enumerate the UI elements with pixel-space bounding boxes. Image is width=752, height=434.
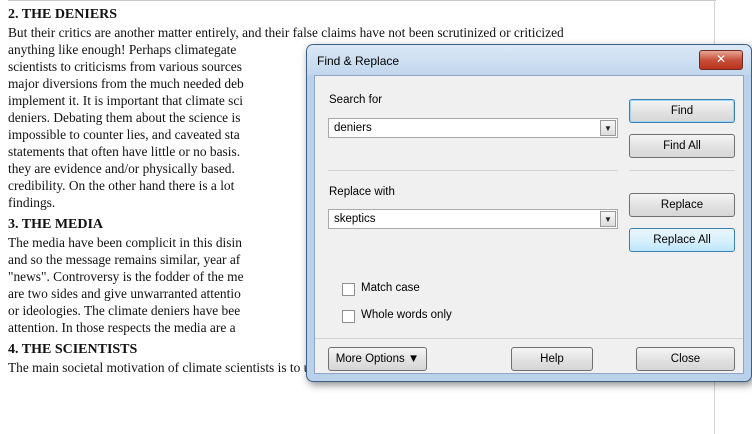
section-heading-deniers: 2. THE DENIERS: [8, 7, 118, 22]
search-input[interactable]: deniers: [334, 122, 372, 134]
section-heading-media: 3. THE MEDIA: [8, 217, 104, 232]
find-replace-dialog: Find & Replace ✕ Search for deniers ▼ Re…: [306, 44, 752, 382]
doc-line: statements that often have little or no …: [8, 144, 241, 159]
replace-all-button[interactable]: Replace All: [629, 228, 735, 252]
separator: [629, 170, 735, 171]
chevron-down-icon[interactable]: ▼: [600, 120, 616, 136]
find-button[interactable]: Find: [629, 99, 735, 123]
doc-line: and so the message remains similar, year…: [8, 252, 241, 267]
whole-words-label[interactable]: Whole words only: [361, 309, 452, 321]
close-button[interactable]: Close: [636, 347, 735, 371]
close-window-button[interactable]: ✕: [699, 50, 743, 70]
search-combo[interactable]: deniers ▼: [328, 118, 618, 138]
doc-line-text: anything like enough! Perhaps climategat…: [8, 42, 237, 57]
dialog-title: Find & Replace: [317, 54, 400, 68]
section-heading-scientists: 4. THE SCIENTISTS: [8, 342, 138, 357]
replace-combo[interactable]: skeptics ▼: [328, 209, 618, 229]
dialog-body: Search for deniers ▼ Replace with skepti…: [314, 75, 744, 374]
dialog-titlebar[interactable]: Find & Replace ✕: [307, 45, 751, 75]
match-case-checkbox[interactable]: [342, 283, 355, 296]
doc-line: findings.: [8, 195, 56, 210]
doc-line: or ideologies. The climate deniers have …: [8, 303, 241, 318]
more-options-button[interactable]: More Options ▼: [328, 347, 427, 371]
separator: [328, 170, 618, 171]
match-case-label[interactable]: Match case: [361, 282, 420, 294]
close-icon: ✕: [715, 52, 727, 66]
replace-button[interactable]: Replace: [629, 193, 735, 217]
search-label-text: Search for: [329, 94, 383, 106]
doc-line: anything like enough! Perhaps climategat…: [8, 41, 236, 59]
doc-line: implement it. It is important that clima…: [8, 93, 244, 108]
doc-line: are two sides and give unwarranted atten…: [8, 286, 241, 301]
doc-line: "news". Controversy is the fodder of the…: [8, 269, 244, 284]
doc-line: impossible to counter lies, and caveated…: [8, 127, 240, 142]
find-all-button[interactable]: Find All: [629, 134, 735, 158]
search-label: Search for: [329, 94, 382, 106]
doc-line: major diversions from the much needed de…: [8, 76, 244, 91]
page-top-border: [8, 0, 716, 1]
chevron-down-icon[interactable]: ▼: [600, 211, 616, 227]
replace-input[interactable]: skeptics: [334, 213, 376, 225]
doc-line: The media have been complicit in this di…: [8, 235, 242, 250]
help-button[interactable]: Help: [511, 347, 593, 371]
doc-line: deniers. Debating them about the science…: [8, 110, 241, 125]
whole-words-checkbox[interactable]: [342, 310, 355, 323]
replace-label: Replace with: [329, 186, 395, 198]
doc-line: they are evidence and/or physically base…: [8, 161, 235, 176]
bottom-separator: [315, 338, 743, 339]
doc-line: attention. In those respects the media a…: [8, 320, 236, 335]
doc-line: But their critics are another matter ent…: [8, 25, 564, 40]
doc-line: scientists to criticisms from various so…: [8, 59, 242, 74]
doc-line: credibility. On the other hand there is …: [8, 178, 235, 193]
